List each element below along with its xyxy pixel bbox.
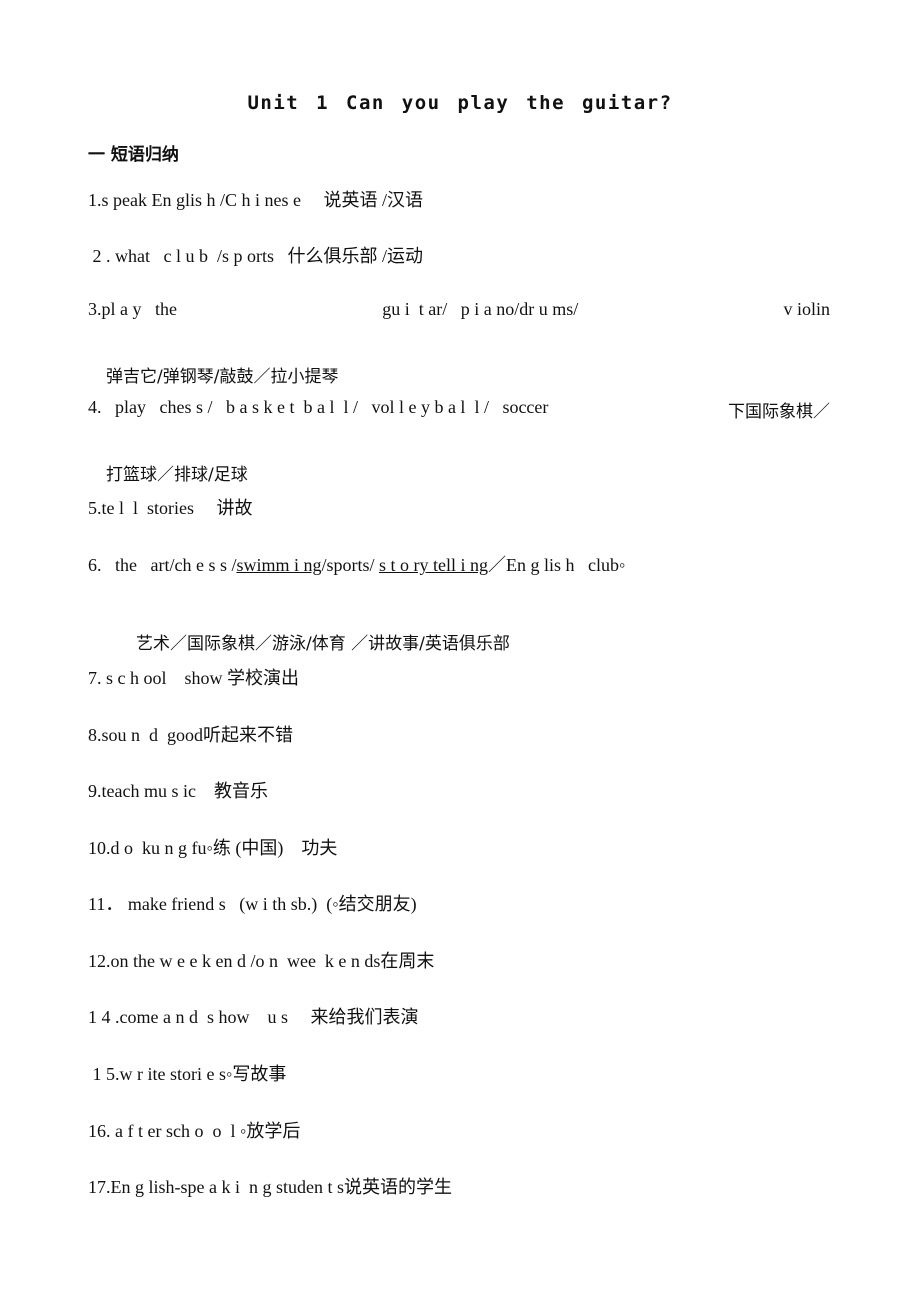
phrase-item-17: 17.En g lish-spe a k i n g studen t s说英语… [88,1177,452,1197]
phrase-item-8: 8.sou n d good听起来不错 [88,725,294,745]
phrase-item-6-cn: 艺术／国际象棋／游泳/体育 ／讲故事/英语俱乐部 [136,634,510,654]
phrase-item-1: 1.s peak En glis h /C h i nes e 说英语 /汉语 [88,190,423,210]
phrase-item-6-storytelling: s t o ry tell i ng [379,555,488,575]
phrase-item-16: 16. a f t er sch o o l ◦放学后 [88,1121,301,1141]
phrase-item-6-mid: /sports/ [321,555,379,575]
phrase-item-3-part-b: gu i t ar/ p i a no/dr u ms/ [382,299,579,319]
phrase-item-9: 9.teach mu s ic 教音乐 [88,781,268,801]
phrase-item-15: 1 5.w r ite stori e s◦写故事 [88,1064,287,1084]
phrase-item-14: 1 4 .come a n d s how u s 来给我们表演 [88,1007,419,1027]
section-heading: 一 短语归纳 [88,145,179,165]
phrase-item-4-en: 4. play ches s / b a s k e t b a l l / v… [88,397,549,417]
phrase-item-6: 6. the art/ch e s s /swimm i ng/sports/ … [88,551,625,577]
phrase-item-5: 5.te l l stories 讲故 [88,498,253,518]
page-title: Unit 1 Can you play the guitar? [247,92,673,114]
phrase-item-7: 7. s c h ool show 学校演出 [88,668,299,688]
phrase-item-6-post: ／En g lis h club◦ [488,555,626,575]
document-page: Unit 1 Can you play the guitar? 一 短语归纳 1… [0,0,920,1302]
phrase-item-4: 4. play ches s / b a s k e t b a l l / v… [88,397,830,422]
phrase-item-6-swimming: swimm i ng [236,555,322,575]
phrase-item-12: 12.on the w e e k en d /o n wee k e n ds… [88,951,435,971]
phrase-item-11: 11． make friend s (w i th sb.) (◦结交朋友) [88,894,417,914]
phrase-item-3-part-a: 3.pl a y the [88,299,177,319]
phrase-item-6-pre: 6. the art/ch e s s / [88,555,237,575]
phrase-item-4-cn-end: 下国际象棋／ [728,402,830,422]
phrase-item-4-cn: 打篮球／排球/足球 [106,465,248,485]
phrase-item-3: 3.pl a y the gu i t ar/ p i a no/dr u ms… [88,299,830,320]
phrase-item-2: 2 . what c l u b /s p orts 什么俱乐部 /运动 [88,246,424,266]
phrase-item-10: 10.d o ku n g fu◦练 (中国) 功夫 [88,838,338,858]
phrase-item-3-part-c: v iolin [783,299,830,319]
phrase-item-3-cn: 弹吉它/弹钢琴/敲鼓／拉小提琴 [106,367,339,387]
